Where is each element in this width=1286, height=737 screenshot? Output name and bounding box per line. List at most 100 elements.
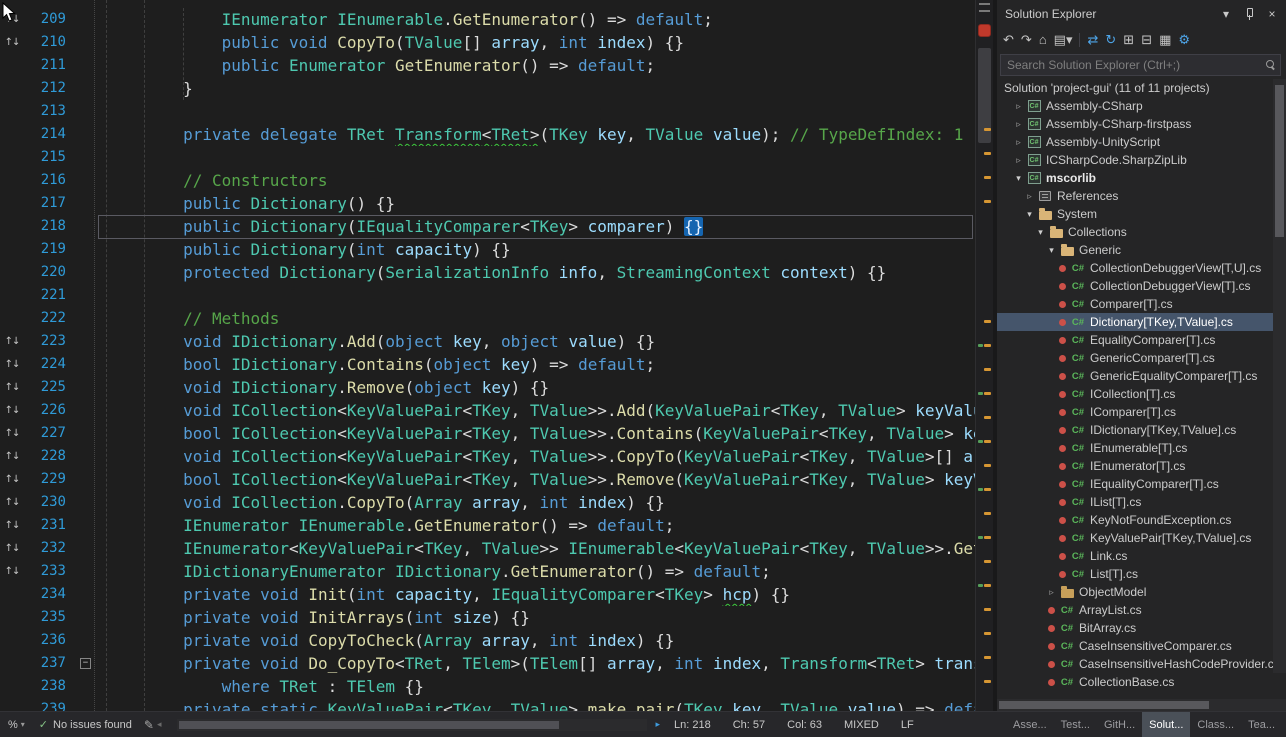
line-number[interactable]: 224 xyxy=(24,353,70,376)
line-number[interactable]: 222 xyxy=(24,307,70,330)
tree-item[interactable]: C#KeyValuePair[TKey,TValue].cs xyxy=(997,529,1273,547)
properties-icon[interactable]: ⚙ xyxy=(1178,33,1190,46)
tree-item[interactable]: C#IComparer[T].cs xyxy=(997,403,1273,421)
implements-icon[interactable]: ↑↓ xyxy=(0,514,24,537)
line-number[interactable]: 235 xyxy=(24,606,70,629)
code-line[interactable]: 234 private void Init(int capacity, IEqu… xyxy=(0,583,975,606)
line-number[interactable]: 220 xyxy=(24,261,70,284)
tree-item[interactable]: C#Dictionary[TKey,TValue].cs xyxy=(997,313,1273,331)
tree-item[interactable]: C#CollectionDebuggerView[T].cs xyxy=(997,277,1273,295)
error-badge-icon[interactable] xyxy=(978,24,991,37)
code-line[interactable]: 211 public Enumerator GetEnumerator() =>… xyxy=(0,54,975,77)
close-icon[interactable]: × xyxy=(1264,7,1280,21)
pin-icon[interactable] xyxy=(1242,7,1256,21)
search-icon[interactable] xyxy=(1266,60,1274,68)
panel-tab[interactable]: Tea... xyxy=(1241,712,1282,737)
line-number[interactable]: 221 xyxy=(24,284,70,307)
code-line[interactable]: ↑↓229 bool ICollection<KeyValuePair<TKey… xyxy=(0,468,975,491)
document-health[interactable]: ✓ No issues found xyxy=(39,718,132,731)
code-line[interactable]: 221 xyxy=(0,284,975,307)
implements-icon[interactable]: ↑↓ xyxy=(0,376,24,399)
tree-item[interactable]: C#CollectionBase.cs xyxy=(997,673,1273,691)
tree-item[interactable]: ▾System xyxy=(997,205,1273,223)
line-number[interactable]: 231 xyxy=(24,514,70,537)
tree-item[interactable]: ▾Generic xyxy=(997,241,1273,259)
code-cleanup-icon[interactable]: ✎ xyxy=(144,718,154,732)
tree-item[interactable]: C#CaseInsensitiveHashCodeProvider.cs xyxy=(997,655,1273,673)
split-handle-icon[interactable] xyxy=(979,3,990,12)
implements-icon[interactable]: ↑↓ xyxy=(0,445,24,468)
tree-item[interactable]: C#GenericEqualityComparer[T].cs xyxy=(997,367,1273,385)
tree-item[interactable]: C#IEnumerable[T].cs xyxy=(997,439,1273,457)
editor-horizontal-scrollbar[interactable] xyxy=(177,719,647,731)
expander-collapsed-icon[interactable]: ▹ xyxy=(1012,101,1025,112)
line-number[interactable]: 238 xyxy=(24,675,70,698)
tree-horizontal-scrollbar[interactable] xyxy=(997,699,1286,711)
expander-collapsed-icon[interactable]: ▹ xyxy=(1012,119,1025,130)
collapse-all-icon[interactable]: ⊟ xyxy=(1141,33,1152,46)
code-line[interactable]: 213 xyxy=(0,100,975,123)
home-icon[interactable]: ⌂ xyxy=(1039,33,1047,46)
line-number[interactable]: 230 xyxy=(24,491,70,514)
code-line[interactable]: 217 public Dictionary() {} xyxy=(0,192,975,215)
tree-item[interactable]: C#EqualityComparer[T].cs xyxy=(997,331,1273,349)
char-indicator[interactable]: Ch: 57 xyxy=(733,719,765,731)
implements-icon[interactable]: ↑↓ xyxy=(0,560,24,583)
nest-files-icon[interactable]: ⊞ xyxy=(1123,33,1134,46)
tree-item[interactable]: ▹References xyxy=(997,187,1273,205)
line-number[interactable]: 209 xyxy=(24,8,70,31)
line-number[interactable]: 236 xyxy=(24,629,70,652)
line-number[interactable]: 214 xyxy=(24,123,70,146)
line-indicator[interactable]: Ln: 218 xyxy=(674,719,711,731)
tree-item[interactable]: C#List[T].cs xyxy=(997,565,1273,583)
tree-item[interactable]: Solution 'project-gui' (11 of 11 project… xyxy=(997,79,1273,97)
code-line[interactable]: ↑↓225 void IDictionary.Remove(object key… xyxy=(0,376,975,399)
line-number[interactable]: 233 xyxy=(24,560,70,583)
sync-active-document-icon[interactable]: ⇄ xyxy=(1087,33,1098,46)
code-line[interactable]: ↑↓231 IEnumerator IEnumerable.GetEnumera… xyxy=(0,514,975,537)
line-number[interactable]: 210 xyxy=(24,31,70,54)
line-number[interactable]: 228 xyxy=(24,445,70,468)
fold-collapse-icon[interactable]: − xyxy=(80,658,91,669)
line-number[interactable]: 237 xyxy=(24,652,70,675)
expander-collapsed-icon[interactable]: ▹ xyxy=(1012,155,1025,166)
scrollbar-thumb[interactable] xyxy=(179,721,559,729)
line-number[interactable]: 213 xyxy=(24,100,70,123)
line-number[interactable]: 217 xyxy=(24,192,70,215)
expander-open-icon[interactable]: ▾ xyxy=(1045,245,1058,256)
panel-tab[interactable]: GitH... xyxy=(1097,712,1142,737)
code-line[interactable]: 214 private delegate TRet Transform<TRet… xyxy=(0,123,975,146)
code-line[interactable]: ↑↓226 void ICollection<KeyValuePair<TKey… xyxy=(0,399,975,422)
line-number[interactable]: 218 xyxy=(24,215,70,238)
scroll-right-icon[interactable]: ▸ xyxy=(656,719,661,730)
tree-item[interactable]: C#CaseInsensitiveComparer.cs xyxy=(997,637,1273,655)
tree-item[interactable]: C#BitArray.cs xyxy=(997,619,1273,637)
expander-collapsed-icon[interactable]: ▹ xyxy=(1012,137,1025,148)
line-number[interactable]: 227 xyxy=(24,422,70,445)
encoding-indicator[interactable]: MIXED xyxy=(844,719,879,731)
line-number[interactable]: 234 xyxy=(24,583,70,606)
code-line[interactable]: ↑↓224 bool IDictionary.Contains(object k… xyxy=(0,353,975,376)
code-line[interactable]: ↑↓210 public void CopyTo(TValue[] array,… xyxy=(0,31,975,54)
code-line[interactable]: ↑↓223 void IDictionary.Add(object key, o… xyxy=(0,330,975,353)
code-line[interactable]: 212 } xyxy=(0,77,975,100)
tree-item[interactable]: C#ArrayList.cs xyxy=(997,601,1273,619)
tree-item[interactable]: C#IEnumerator[T].cs xyxy=(997,457,1273,475)
panel-tab[interactable]: Test... xyxy=(1054,712,1097,737)
implements-icon[interactable]: ↑↓ xyxy=(0,399,24,422)
code-line[interactable]: 238 where TRet : TElem {} xyxy=(0,675,975,698)
tree-item[interactable]: ▹C#Assembly-UnityScript xyxy=(997,133,1273,151)
tree-vertical-scrollbar[interactable] xyxy=(1273,79,1286,673)
code-line[interactable]: 219 public Dictionary(int capacity) {} xyxy=(0,238,975,261)
line-number[interactable]: 212 xyxy=(24,77,70,100)
scrollbar-thumb[interactable] xyxy=(1275,85,1284,237)
code-line[interactable]: 235 private void InitArrays(int size) {} xyxy=(0,606,975,629)
code-line[interactable]: 237− private void Do_CopyTo<TRet, TElem>… xyxy=(0,652,975,675)
code-line[interactable]: 222 // Methods xyxy=(0,307,975,330)
zoom-control[interactable]: % ▾ xyxy=(8,719,25,731)
implements-icon[interactable]: ↑↓ xyxy=(0,537,24,560)
implements-icon[interactable]: ↑↓ xyxy=(0,31,24,54)
code-line[interactable]: 215 xyxy=(0,146,975,169)
line-number[interactable]: 226 xyxy=(24,399,70,422)
refresh-icon[interactable]: ↻ xyxy=(1105,33,1116,46)
